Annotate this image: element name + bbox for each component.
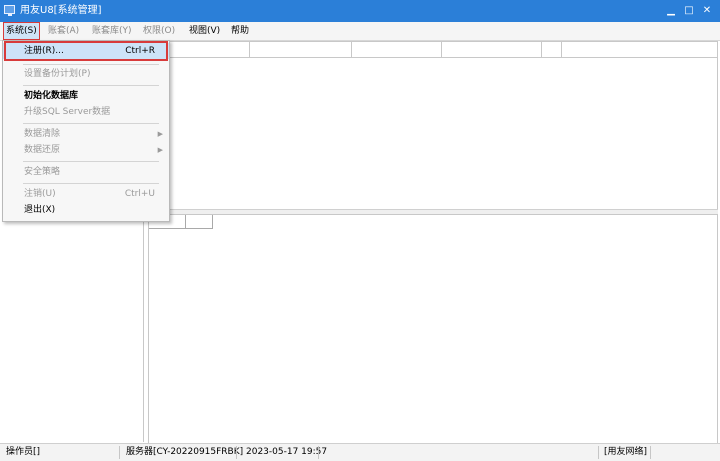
status-divider (236, 446, 237, 459)
status-divider (650, 446, 651, 459)
menu-item-label: 初始化数据库 (24, 91, 79, 101)
menu-help[interactable]: 帮助 (229, 24, 251, 38)
menu-item-label: 升级SQL Server数据 (24, 107, 111, 117)
column-divider[interactable] (351, 42, 352, 57)
menu-permissions[interactable]: 权限(O) (141, 24, 177, 38)
status-divider (598, 446, 599, 459)
menu-separator (23, 161, 159, 162)
title-bar: 用友U8[系统管理] ▁ □ ✕ (0, 0, 720, 22)
menu-item-label: 退出(X) (24, 205, 56, 215)
menu-separator (23, 85, 159, 86)
bottom-grid[interactable] (148, 214, 718, 444)
system-menu-dropdown: 注册(R)... Ctrl+R 设置备份计划(P) 初始化数据库 升级SQL S… (2, 40, 170, 222)
menu-system[interactable]: 系统(S) (3, 22, 40, 40)
top-grid[interactable] (144, 41, 718, 211)
column-divider[interactable] (441, 42, 442, 57)
status-server: 服务器[CY-20220915FRBK] (126, 447, 244, 457)
status-network: [用友网络] (604, 447, 648, 457)
maximize-button[interactable]: □ (682, 4, 696, 18)
minimize-button[interactable]: ▁ (664, 4, 678, 18)
menu-view[interactable]: 视图(V) (187, 24, 222, 38)
menu-separator (23, 123, 159, 124)
app-window-icon (4, 5, 15, 16)
menu-item-upgrade-sql[interactable]: 升级SQL Server数据 (3, 104, 169, 120)
menu-item-label: 设置备份计划(P) (24, 69, 91, 79)
menu-item-data-clear[interactable]: 数据清除 ▶ (3, 126, 169, 142)
status-bar: 操作员[] 服务器[CY-20220915FRBK] 2023-05-17 19… (0, 443, 720, 461)
highlight-annotation-box (4, 41, 168, 61)
status-divider (119, 446, 120, 459)
menu-item-backup-plan[interactable]: 设置备份计划(P) (3, 66, 169, 82)
menu-item-logout[interactable]: 注销(U) Ctrl+U (3, 186, 169, 202)
menu-bar: 系统(S) 账套(A) 账套库(Y) 权限(O) 视图(V) 帮助 (0, 22, 720, 41)
column-divider[interactable] (541, 42, 542, 57)
menu-item-label: 注销(U) (24, 189, 56, 199)
menu-item-data-restore[interactable]: 数据还原 ▶ (3, 142, 169, 158)
close-button[interactable]: ✕ (700, 4, 714, 18)
menu-item-label: 安全策略 (24, 167, 61, 177)
column-divider[interactable] (249, 42, 250, 57)
status-datetime: 2023-05-17 19:57 (246, 447, 328, 457)
menu-item-label: 数据还原 (24, 145, 61, 155)
menu-item-exit[interactable]: 退出(X) (3, 202, 169, 218)
submenu-arrow-icon: ▶ (157, 130, 163, 138)
menu-item-label: 数据清除 (24, 129, 61, 139)
status-operator: 操作员[] (6, 447, 41, 457)
menu-item-security-policy[interactable]: 安全策略 (3, 164, 169, 180)
column-divider[interactable] (561, 42, 562, 57)
window-title: 用友U8[系统管理] (20, 5, 102, 16)
submenu-arrow-icon: ▶ (157, 146, 163, 154)
menu-item-init-database[interactable]: 初始化数据库 (3, 88, 169, 104)
menu-separator (23, 183, 159, 184)
menu-item-shortcut: Ctrl+U (124, 189, 155, 199)
top-grid-header (145, 42, 717, 58)
bottom-grid-header-cell[interactable] (186, 215, 213, 229)
menu-separator (23, 64, 159, 65)
menu-account-library[interactable]: 账套库(Y) (90, 24, 134, 38)
menu-account-set[interactable]: 账套(A) (46, 24, 81, 38)
status-divider (318, 446, 319, 459)
